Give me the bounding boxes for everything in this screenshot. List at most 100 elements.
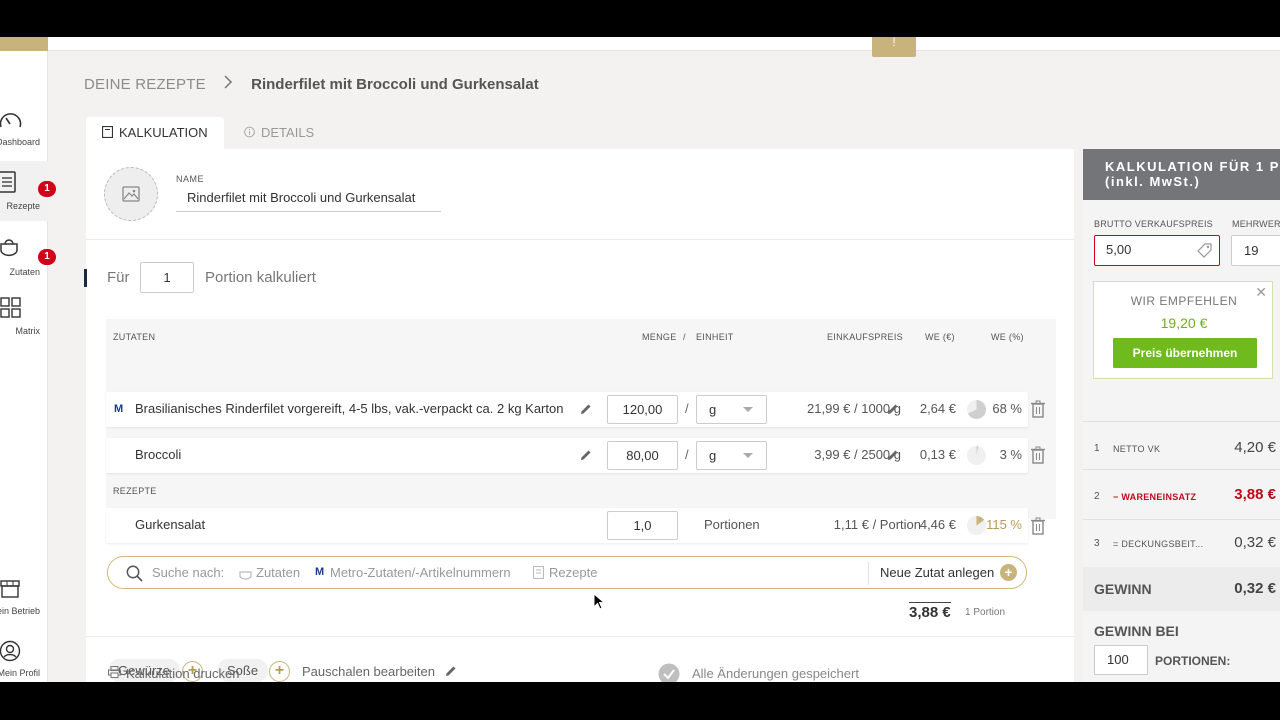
contribution-margin-label: = DECKUNGSBEIT...	[1113, 539, 1204, 549]
contribution-margin-value: 0,32 €	[1234, 534, 1276, 551]
apply-price-button[interactable]: Preis übernehmen	[1113, 338, 1257, 368]
breadcrumb-root-link[interactable]: DEINE REZEPTE	[84, 76, 206, 93]
app-window: ! Dashboard Rezepte 1 Zutaten 1 Matrix M…	[0, 37, 1280, 682]
notification-badge: 1	[38, 181, 56, 197]
profit-value: 0,32 €	[1234, 580, 1276, 597]
recipe-name-input[interactable]: Rinderfilet mit Broccoli und Gurkensalat	[176, 186, 441, 212]
new-ingredient-button[interactable]: Neue Zutat anlegen	[880, 565, 994, 580]
sidebar: Dashboard Rezepte 1 Zutaten 1 Matrix Mei…	[0, 51, 56, 682]
section-marker	[84, 269, 87, 287]
unit-select[interactable]: g	[696, 395, 767, 424]
trash-icon[interactable]	[1030, 446, 1046, 464]
row-number: 1	[1094, 443, 1100, 454]
total-portion-label: 1 Portion	[965, 607, 1006, 618]
recipe-image-upload[interactable]	[104, 167, 158, 221]
sidebar-item-label: Mein Betrieb	[0, 606, 40, 616]
unit-select[interactable]: g	[696, 441, 767, 470]
sidebar-item-label: Zutaten	[9, 267, 40, 277]
portion-suffix: Portion kalkuliert	[205, 269, 316, 286]
mouse-cursor	[593, 593, 605, 610]
trash-icon[interactable]	[1030, 517, 1046, 535]
cost-share-pie	[967, 516, 986, 535]
row-number: 2	[1094, 491, 1100, 502]
unit-value: g	[709, 448, 717, 463]
metro-icon: M	[114, 403, 124, 415]
ingredient-search[interactable]: Suche nach: Zutaten M Metro-Zutaten/-Art…	[107, 556, 1027, 589]
portions-input[interactable]: 100	[1094, 645, 1148, 675]
cost-pct: 68 %	[992, 401, 1022, 416]
calculator-icon	[102, 126, 113, 138]
sidebar-item-label: Dashboard	[0, 137, 40, 147]
recommendation-box: ✕ WIR EMPFEHLEN 19,20 € Preis übernehmen	[1093, 281, 1273, 379]
unit-separator: /	[685, 401, 689, 416]
search-option-metro[interactable]: Metro-Zutaten/-Artikelnummern	[330, 565, 511, 580]
sidebar-item-label: Rezepte	[6, 201, 40, 211]
save-status: Alle Änderungen gespeichert	[692, 666, 859, 681]
name-label: NAME	[176, 174, 205, 184]
user-icon	[0, 640, 21, 662]
quantity-input[interactable]: 120,00	[607, 395, 678, 424]
speedometer-icon	[0, 113, 22, 128]
sidebar-item-dashboard[interactable]: Dashboard	[0, 109, 48, 169]
chevron-right-icon	[224, 75, 233, 89]
search-option-rezepte[interactable]: Rezepte	[549, 565, 597, 580]
search-option-zutaten[interactable]: Zutaten	[256, 565, 300, 580]
cost-of-goods-label: − WARENEINSATZ	[1113, 492, 1197, 502]
quantity-input[interactable]: 1,0	[607, 511, 678, 540]
info-icon	[244, 126, 255, 138]
edit-icon[interactable]	[580, 449, 592, 461]
net-price-value: 4,20 €	[1234, 439, 1276, 456]
column-header-we-pct: WE (%)	[991, 332, 1024, 342]
column-header-menge: MENGE	[642, 332, 677, 342]
document-icon	[533, 566, 544, 579]
unit-value: g	[709, 402, 717, 417]
portion-count-input[interactable]: 1	[140, 262, 194, 293]
checkmark-icon	[658, 663, 680, 682]
row-number: 3	[1094, 538, 1100, 549]
chevron-down-icon	[743, 453, 753, 458]
tab-kalkulation[interactable]: KALKULATION	[86, 117, 224, 149]
sidebar-item-profil[interactable]: Mein Profil	[0, 636, 48, 682]
sub-recipe-name: Gurkensalat	[135, 517, 206, 532]
divider	[1083, 421, 1280, 422]
sidebar-item-rezepte[interactable]: Rezepte 1	[0, 161, 56, 221]
ingredient-row[interactable]: M Brasilianisches Rinderfilet vorgereift…	[106, 392, 1028, 427]
tab-label: DETAILS	[261, 125, 315, 140]
printer-icon	[108, 666, 121, 678]
net-price-label: NETTO VK	[1113, 444, 1161, 454]
new-ingredient-label: Neue Zutat anlegen	[880, 565, 995, 580]
divider	[86, 636, 1074, 637]
print-calculation-button[interactable]: Kalkulation drucken	[126, 666, 239, 681]
total-cost: 3,88 €	[909, 602, 951, 621]
gross-price-input[interactable]: 5,00	[1094, 235, 1220, 266]
profit-at-label: GEWINN BEI	[1094, 623, 1179, 639]
trash-icon[interactable]	[1030, 400, 1046, 418]
plus-icon[interactable]: +	[1000, 564, 1017, 581]
divider	[868, 562, 869, 585]
edit-icon[interactable]	[580, 403, 592, 415]
edit-icon[interactable]	[887, 449, 899, 461]
notification-tab[interactable]: !	[872, 37, 916, 57]
tab-details[interactable]: DETAILS	[228, 117, 330, 149]
divider	[86, 239, 1074, 240]
quantity-input[interactable]: 80,00	[607, 441, 678, 470]
sidebar-item-zutaten[interactable]: Zutaten 1	[0, 231, 56, 291]
purchase-price: 1,11 € / Portion	[833, 517, 921, 532]
vat-input[interactable]: 19	[1231, 235, 1280, 266]
cost-share-pie	[967, 400, 986, 419]
footer-bar: Kalkulation drucken Alle Änderungen gesp…	[84, 663, 1074, 682]
cost-pct: 3 %	[999, 447, 1022, 462]
sidebar-item-betrieb[interactable]: Mein Betrieb	[0, 573, 48, 633]
unit-separator: /	[685, 447, 689, 462]
cost-eur: 0,13 €	[919, 447, 956, 462]
summary-panel: KALKULATION FÜR 1 P (inkl. MwSt.) BRUTTO…	[1083, 149, 1280, 682]
cost-pct: 115 %	[986, 517, 1022, 532]
edit-icon[interactable]	[887, 403, 899, 415]
gross-price-value: 5,00	[1106, 242, 1132, 257]
calculation-card: NAME Rinderfilet mit Broccoli und Gurken…	[84, 149, 1074, 682]
sub-recipe-row[interactable]: Gurkensalat 1,0 Portionen 1,11 € / Porti…	[106, 508, 1028, 543]
cost-share-pie	[967, 446, 986, 465]
sidebar-item-label: Matrix	[15, 326, 41, 336]
sidebar-item-matrix[interactable]: Matrix	[0, 293, 48, 353]
ingredient-row[interactable]: Broccoli 80,00 / g 3,99 € / 2500 g 0,13 …	[106, 438, 1028, 473]
